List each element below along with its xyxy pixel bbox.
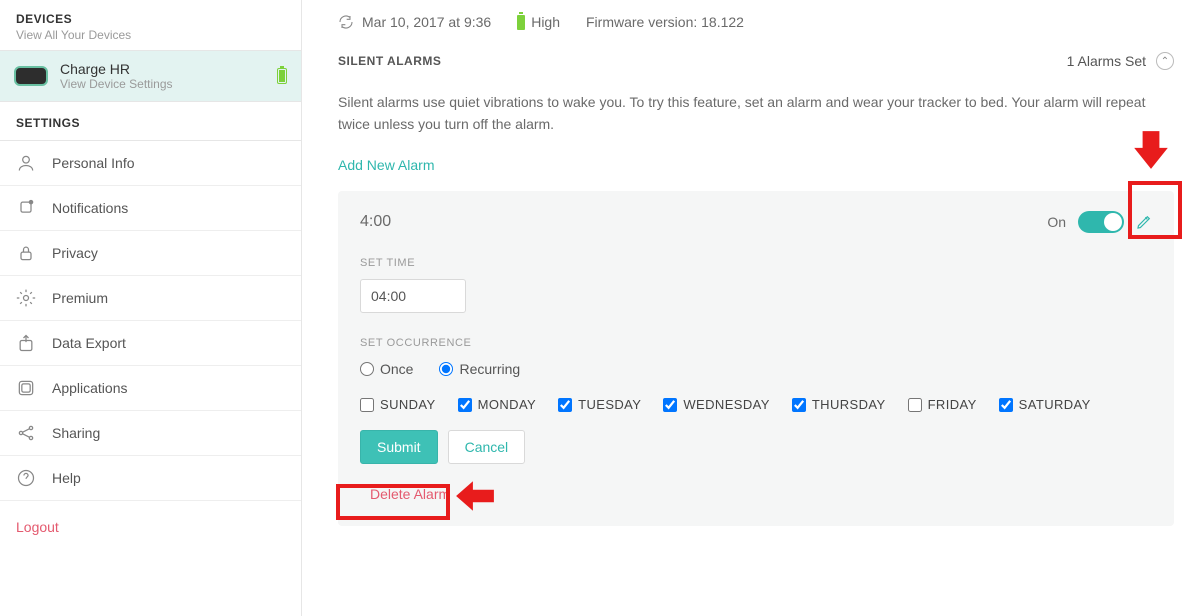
alarm-display-time: 4:00 [360,213,391,231]
sidebar-item-label: Privacy [52,245,98,261]
day-thursday[interactable]: THURSDAY [792,397,886,412]
annotation-arrow-left-icon [454,475,496,520]
user-icon [16,153,36,173]
help-icon [16,468,36,488]
device-thumbnail [14,66,48,86]
firmware-value: 18.122 [701,14,744,30]
day-friday[interactable]: FRIDAY [908,397,977,412]
share-icon [16,423,36,443]
sidebar-item-privacy[interactable]: Privacy [0,231,301,276]
devices-header: DEVICES View All Your Devices [0,0,301,51]
devices-subtitle[interactable]: View All Your Devices [16,28,285,42]
upload-icon [16,333,36,353]
day-saturday[interactable]: SATURDAY [999,397,1091,412]
grid-icon [16,378,36,398]
sidebar-item-label: Sharing [52,425,100,441]
sidebar-item-applications[interactable]: Applications [0,366,301,411]
main-content: Mar 10, 2017 at 9:36 High Firmware versi… [302,0,1202,616]
sidebar-item-label: Premium [52,290,108,306]
sidebar: DEVICES View All Your Devices Charge HR … [0,0,302,616]
sync-icon [338,14,354,30]
alarms-count: 1 Alarms Set [1067,53,1146,69]
settings-title: SETTINGS [0,102,301,141]
day-monday[interactable]: MONDAY [458,397,537,412]
cancel-button[interactable]: Cancel [448,430,526,464]
sidebar-item-premium[interactable]: Premium [0,276,301,321]
submit-button[interactable]: Submit [360,430,438,464]
logout-link[interactable]: Logout [0,501,301,553]
time-input[interactable] [360,279,466,313]
firmware-label: Firmware version: [586,14,697,30]
battery-bar-icon [517,15,525,30]
status-row: Mar 10, 2017 at 9:36 High Firmware versi… [338,14,1174,30]
annotation-highlight-edit [1128,181,1182,239]
bell-icon [16,198,36,218]
sidebar-item-help[interactable]: Help [0,456,301,501]
alarm-toggle[interactable] [1078,211,1124,233]
sidebar-item-label: Applications [52,380,128,396]
device-row[interactable]: Charge HR View Device Settings [0,51,301,102]
sidebar-item-label: Data Export [52,335,126,351]
sidebar-item-personal-info[interactable]: Personal Info [0,141,301,186]
section-title: SILENT ALARMS [338,54,441,68]
sidebar-item-notifications[interactable]: Notifications [0,186,301,231]
once-radio[interactable]: Once [360,361,413,377]
sidebar-item-label: Personal Info [52,155,135,171]
battery-label: High [531,14,560,30]
toggle-label: On [1047,214,1066,230]
device-sub: View Device Settings [60,77,173,91]
chevron-up-icon[interactable]: ⌃ [1156,52,1174,70]
set-occurrence-label: SET OCCURRENCE [360,337,1152,349]
sidebar-item-sharing[interactable]: Sharing [0,411,301,456]
annotation-arrow-down-icon [1130,129,1172,174]
section-description: Silent alarms use quiet vibrations to wa… [338,92,1158,135]
sync-time: Mar 10, 2017 at 9:36 [362,14,491,30]
add-alarm-link[interactable]: Add New Alarm [338,157,434,173]
sidebar-item-label: Notifications [52,200,128,216]
device-name: Charge HR [60,61,173,77]
sidebar-item-data-export[interactable]: Data Export [0,321,301,366]
annotation-highlight-delete [336,484,450,520]
day-wednesday[interactable]: WEDNESDAY [663,397,769,412]
lock-icon [16,243,36,263]
devices-title: DEVICES [16,12,285,26]
day-sunday[interactable]: SUNDAY [360,397,436,412]
alarm-card: 4:00 On SET TIME SET OCCURRENCE Once Rec… [338,191,1174,526]
recurring-radio[interactable]: Recurring [439,361,520,377]
set-time-label: SET TIME [360,257,1152,269]
day-tuesday[interactable]: TUESDAY [558,397,641,412]
sidebar-item-label: Help [52,470,81,486]
gear-icon [16,288,36,308]
battery-icon [277,68,287,84]
